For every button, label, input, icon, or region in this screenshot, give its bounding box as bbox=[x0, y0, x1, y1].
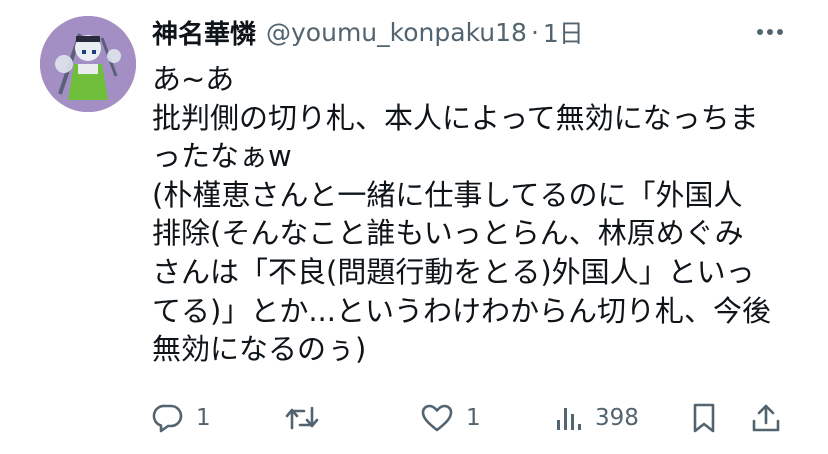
more-icon bbox=[757, 29, 783, 35]
heart-icon bbox=[421, 404, 453, 432]
tweet: 神名華憐 @youmu_konpaku18 · 1日 あ~あ 批判側の切り札、本… bbox=[0, 0, 828, 454]
user-handle[interactable]: @youmu_konpaku18 bbox=[266, 18, 527, 47]
action-bar: 1 1 398 bbox=[0, 394, 828, 442]
timestamp[interactable]: 1日 bbox=[543, 14, 584, 50]
tweet-text-line: てる)」とか...というわけわからん切り札、今後 bbox=[152, 293, 771, 328]
reply-button[interactable]: 1 bbox=[152, 394, 211, 442]
tweet-text-line: ったなぁw bbox=[152, 139, 292, 174]
share-icon bbox=[752, 404, 780, 432]
display-name[interactable]: 神名華憐 bbox=[152, 14, 256, 51]
tweet-text-line: 無効になるのぅ) bbox=[152, 332, 367, 367]
views-button[interactable]: 398 bbox=[555, 394, 639, 442]
tweet-text-line: 排除(そんなこと誰もいっとらん、林原めぐみ bbox=[152, 216, 744, 251]
tweet-text-line: 批判側の切り札、本人によって無効になっちま bbox=[152, 100, 759, 135]
avatar-image bbox=[40, 16, 136, 112]
bookmark-button[interactable] bbox=[690, 394, 718, 442]
bookmark-icon bbox=[693, 403, 715, 433]
tweet-text-line: あ~あ bbox=[152, 62, 235, 96]
retweet-button[interactable] bbox=[284, 394, 332, 442]
more-button[interactable] bbox=[752, 18, 788, 46]
tweet-text-line: (朴槿恵さんと一緒に仕事してるのに「外国人 bbox=[152, 177, 743, 212]
avatar[interactable] bbox=[40, 16, 136, 112]
share-button[interactable] bbox=[750, 394, 782, 442]
reply-count: 1 bbox=[196, 405, 211, 431]
retweet-icon bbox=[285, 406, 319, 430]
reply-icon bbox=[152, 404, 183, 433]
views-count: 398 bbox=[595, 405, 639, 431]
like-count: 1 bbox=[466, 405, 481, 431]
like-button[interactable]: 1 bbox=[420, 394, 481, 442]
tweet-header: 神名華憐 @youmu_konpaku18 · 1日 bbox=[152, 14, 584, 50]
views-icon bbox=[557, 408, 581, 430]
tweet-text: あ~あ 批判側の切り札、本人によって無効になっちま ったなぁw (朴槿恵さんと一… bbox=[152, 60, 792, 369]
tweet-text-line: さんは「不良(問題行動をとる)外国人」といっ bbox=[152, 254, 755, 289]
separator-dot: · bbox=[530, 17, 539, 47]
